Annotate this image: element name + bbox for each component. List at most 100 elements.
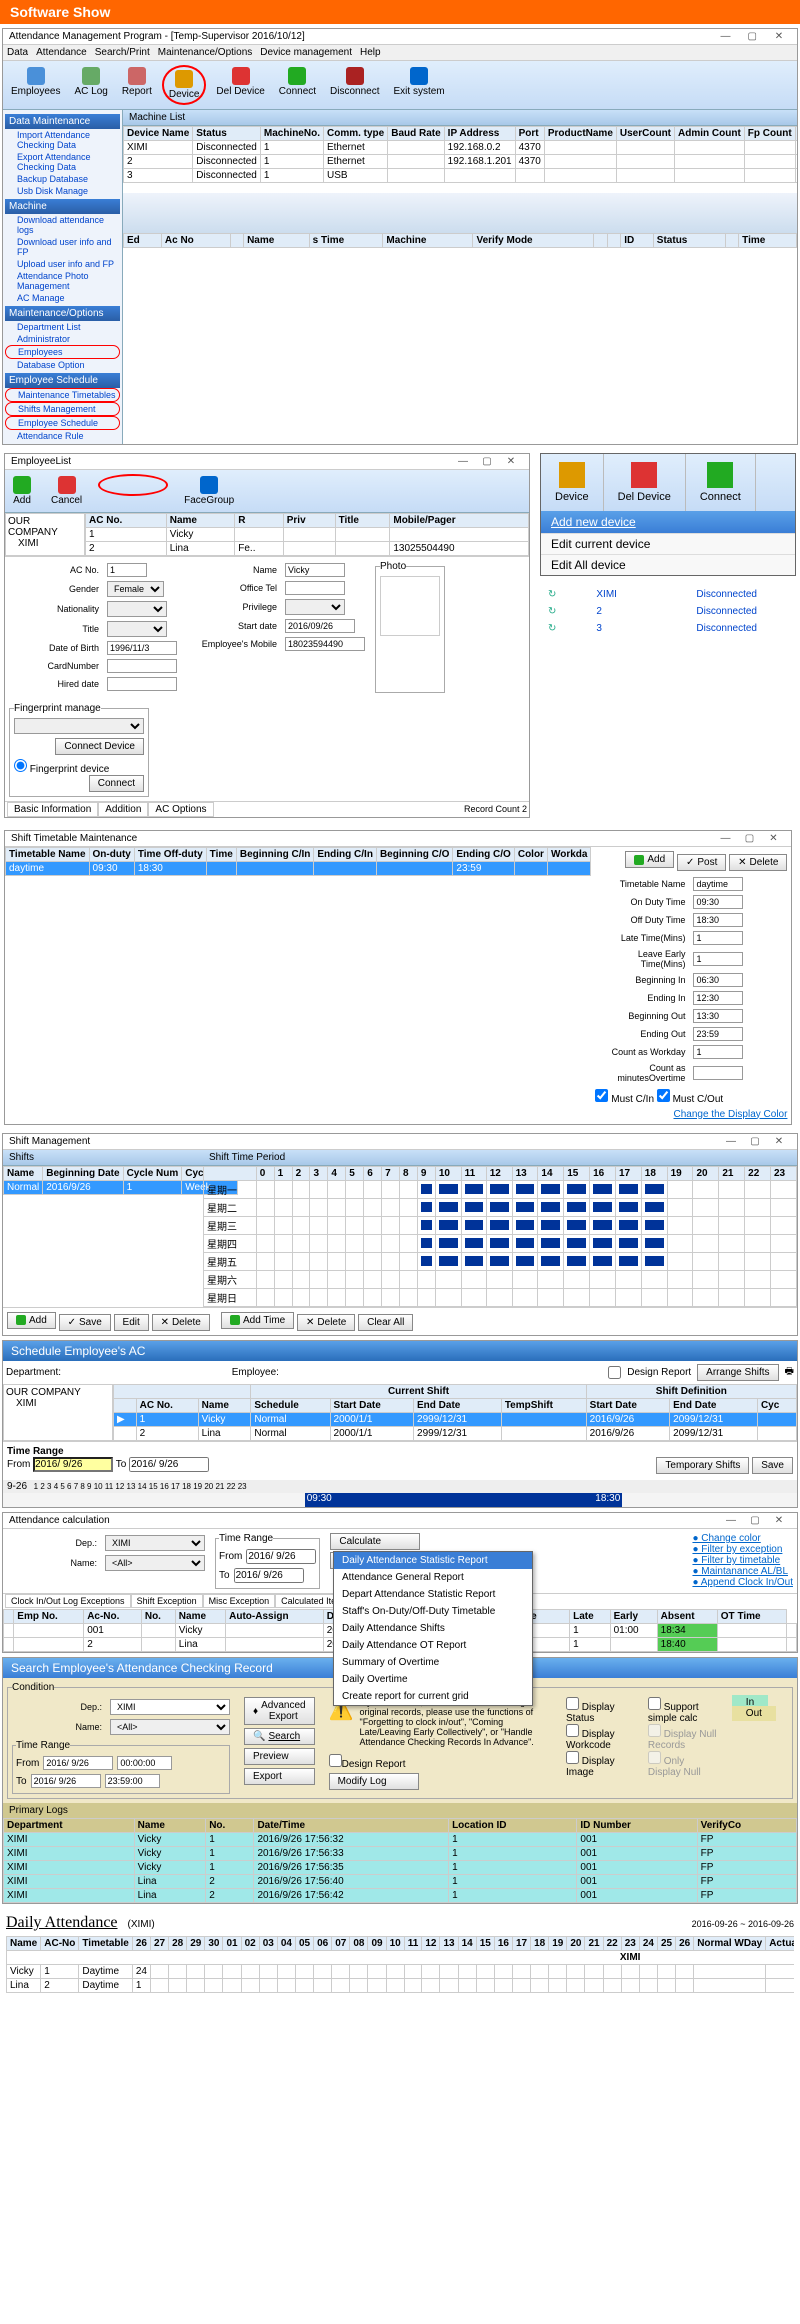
export-button[interactable]: Export bbox=[244, 1768, 315, 1785]
connect-device-button[interactable]: Connect Device bbox=[55, 738, 144, 755]
calc-link[interactable]: ● Maintanance AL/BL bbox=[692, 1566, 788, 1577]
sm-addtime-button[interactable]: Add Time bbox=[221, 1312, 294, 1329]
sm-edit-button[interactable]: Edit bbox=[114, 1314, 149, 1331]
device-row[interactable]: ↻3Disconnected bbox=[548, 620, 788, 637]
sidebar-item[interactable]: Attendance Rule bbox=[5, 430, 120, 442]
name-input[interactable] bbox=[285, 563, 345, 577]
del-device-button[interactable]: Del Device bbox=[212, 65, 268, 105]
calc-tab[interactable]: Shift Exception bbox=[131, 1594, 203, 1608]
sidebar-item[interactable]: Download attendance logs bbox=[5, 214, 120, 236]
device-button[interactable]: Device bbox=[541, 454, 604, 511]
table-row[interactable]: XIMIVicky12016/9/26 17:56:331001FP bbox=[4, 1847, 797, 1861]
tt-add-button[interactable]: Add bbox=[625, 851, 674, 868]
calc-name-select[interactable]: <All> bbox=[105, 1555, 205, 1571]
del-device-button[interactable]: Del Device bbox=[604, 454, 686, 511]
tt-delete-button[interactable]: ✕ Delete bbox=[729, 854, 787, 871]
device-row[interactable]: ↻2Disconnected bbox=[548, 603, 788, 620]
device-button[interactable]: Device bbox=[162, 65, 207, 105]
sr-name-select[interactable]: <All> bbox=[110, 1719, 230, 1735]
hire-input[interactable] bbox=[107, 677, 177, 691]
report-menu-item[interactable]: Attendance General Report bbox=[334, 1569, 532, 1586]
device-menu-active[interactable]: Add new device bbox=[541, 511, 795, 533]
sidebar-item[interactable]: Maintenance Timetables bbox=[5, 388, 120, 402]
tt-post-button[interactable]: ✓ Post bbox=[677, 854, 726, 871]
report-menu-item[interactable]: Create report for current grid bbox=[334, 1688, 532, 1705]
connect-button[interactable]: Connect bbox=[89, 775, 144, 792]
sidebar-item[interactable]: Shifts Management bbox=[5, 402, 120, 416]
sched-save-button[interactable]: Save bbox=[752, 1457, 793, 1474]
sidebar-item[interactable]: Backup Database bbox=[5, 173, 120, 185]
report-menu-item[interactable]: Depart Attendance Statistic Report bbox=[334, 1586, 532, 1603]
table-row[interactable]: XIMIVicky12016/9/26 17:56:351001FP bbox=[4, 1861, 797, 1875]
dept-node[interactable]: XIMI bbox=[8, 538, 82, 549]
sidebar-item[interactable]: Administrator bbox=[5, 333, 120, 345]
report-menu-item[interactable]: Daily Attendance OT Report bbox=[334, 1637, 532, 1654]
emp-tab[interactable]: Addition bbox=[98, 802, 148, 817]
report-button[interactable]: Report bbox=[118, 65, 156, 105]
report-menu-item[interactable]: Daily Attendance Statistic Report bbox=[334, 1552, 532, 1569]
report-menu-item[interactable]: Daily Overtime bbox=[334, 1671, 532, 1688]
table-row[interactable]: daytime09:3018:3023:59 bbox=[6, 862, 591, 876]
sm-add-button[interactable]: Add bbox=[7, 1312, 56, 1329]
adv-export-button[interactable]: ♦ Advanced Export bbox=[244, 1697, 315, 1725]
ac-log-button[interactable]: AC Log bbox=[70, 65, 111, 105]
report-menu-item[interactable]: Summary of Overtime bbox=[334, 1654, 532, 1671]
primary-logs-tab[interactable]: Primary Logs bbox=[3, 1803, 797, 1818]
table-row[interactable]: XIMIVicky12016/9/26 17:56:321001FP bbox=[4, 1833, 797, 1847]
table-row[interactable]: 2Disconnected1Ethernet192.168.1.2014370 bbox=[124, 155, 798, 169]
table-row[interactable]: ▶1VickyNormal2000/1/12999/12/312016/9/26… bbox=[114, 1413, 797, 1427]
sidebar-item[interactable]: Database Option bbox=[5, 359, 120, 371]
table-row[interactable]: XIMILina22016/9/26 17:56:421001FP bbox=[4, 1889, 797, 1903]
calc-tab[interactable]: Misc Exception bbox=[203, 1594, 276, 1608]
sidebar-item[interactable]: Employee Schedule bbox=[5, 416, 120, 430]
connect-button[interactable]: Connect bbox=[275, 65, 320, 105]
fp-device-radio[interactable] bbox=[14, 759, 27, 772]
calc-tab[interactable]: Clock In/Out Log Exceptions bbox=[5, 1594, 131, 1608]
close-icon[interactable]: ✕ bbox=[767, 31, 791, 42]
nationality-select[interactable] bbox=[107, 601, 167, 617]
emp-tab[interactable]: AC Options bbox=[148, 802, 213, 817]
acno-input[interactable] bbox=[107, 563, 147, 577]
table-row[interactable]: XIMILina22016/9/26 17:56:401001FP bbox=[4, 1875, 797, 1889]
title-select[interactable] bbox=[107, 621, 167, 637]
cancel-button[interactable]: Cancel bbox=[47, 474, 86, 508]
sched-to-input[interactable] bbox=[129, 1457, 209, 1472]
card-input[interactable] bbox=[107, 659, 177, 673]
calc-link[interactable]: ● Filter by timetable bbox=[692, 1555, 780, 1566]
device-row[interactable]: ↻XIMIDisconnected bbox=[548, 586, 788, 603]
disconnect-button[interactable]: Disconnect bbox=[326, 65, 383, 105]
device-menu-item[interactable]: Edit current device bbox=[541, 533, 795, 554]
facegroup-button[interactable]: FaceGroup bbox=[180, 474, 238, 508]
priv-select[interactable] bbox=[285, 599, 345, 615]
sched-from-input[interactable] bbox=[33, 1457, 113, 1472]
arrange-shifts-button[interactable]: Arrange Shifts bbox=[697, 1364, 778, 1381]
employees-button[interactable]: Employees bbox=[7, 65, 64, 105]
sidebar-item[interactable]: Upload user info and FP bbox=[5, 258, 120, 270]
sidebar-item[interactable]: Export Attendance Checking Data bbox=[5, 151, 120, 173]
change-color-link[interactable]: Change the Display Color bbox=[674, 1109, 788, 1120]
menu-devicemanagement[interactable]: Device management bbox=[260, 47, 352, 58]
calc-link[interactable]: ● Append Clock In/Out bbox=[692, 1577, 793, 1588]
sidebar-item[interactable]: AC Manage bbox=[5, 292, 120, 304]
maximize-icon[interactable]: ▢ bbox=[740, 31, 764, 42]
sidebar-item[interactable]: Download user info and FP bbox=[5, 236, 120, 258]
menu-data[interactable]: Data bbox=[7, 47, 28, 58]
sm-delete-button[interactable]: ✕ Delete bbox=[152, 1314, 210, 1331]
modify-log-button[interactable]: Modify Log bbox=[329, 1773, 419, 1790]
sidebar-item[interactable]: Employees bbox=[5, 345, 120, 359]
menu-maintenanceoptions[interactable]: Maintenance/Options bbox=[158, 47, 253, 58]
sidebar-item[interactable]: Import Attendance Checking Data bbox=[5, 129, 120, 151]
print-icon[interactable]: 🖶 bbox=[785, 1364, 794, 1381]
menu-searchprint[interactable]: Search/Print bbox=[95, 47, 150, 58]
menu-attendance[interactable]: Attendance bbox=[36, 47, 87, 58]
menu-help[interactable]: Help bbox=[360, 47, 381, 58]
machine-list-tab[interactable]: Machine List bbox=[123, 110, 797, 126]
search-button[interactable]: 🔍 Search bbox=[244, 1728, 315, 1745]
calc-link[interactable]: ● Change color bbox=[692, 1533, 760, 1544]
exit-system-button[interactable]: Exit system bbox=[390, 65, 449, 105]
calculate-button[interactable]: Calculate bbox=[330, 1533, 420, 1550]
report-menu-item[interactable]: Daily Attendance Shifts bbox=[334, 1620, 532, 1637]
device-menu-item[interactable]: Edit All device bbox=[541, 554, 795, 575]
table-row[interactable]: 1Vicky bbox=[86, 528, 529, 542]
dob-input[interactable] bbox=[107, 641, 177, 655]
